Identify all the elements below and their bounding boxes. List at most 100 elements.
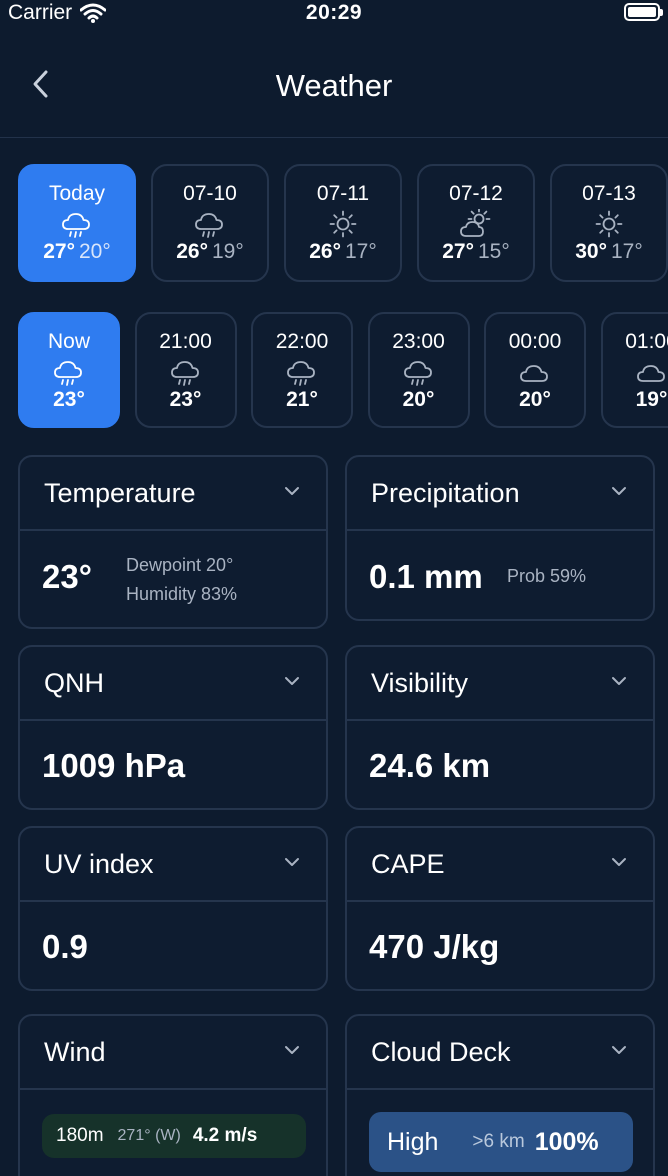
low-temp: 20°: [79, 240, 111, 263]
status-bar: Carrier 20:29: [0, 0, 668, 28]
chevron-down-icon: [285, 487, 299, 495]
hour-temp: 20°: [519, 388, 551, 411]
hour-temp: 23°: [169, 388, 202, 411]
hourly-forecast-strip[interactable]: Now 23° 21:00 23° 22:00 21° 23:00 20° 00:00 20° 01…: [0, 312, 668, 430]
nav-bar: Weather: [0, 44, 668, 138]
temperature-details: Dewpoint 20° Humidity 83%: [126, 551, 237, 609]
rain-cloud-icon: [195, 213, 223, 238]
qnh-card-header[interactable]: QNH: [20, 647, 326, 721]
wind-card-header[interactable]: Wind: [20, 1016, 326, 1090]
day-temps: 26° 17°: [286, 240, 400, 264]
hour-chip-label: 22:00: [275, 330, 329, 353]
wind-height: 180m: [56, 1125, 104, 1146]
day-chip-0[interactable]: Today 27° 20°: [18, 164, 136, 282]
low-temp: 17°: [611, 240, 643, 263]
hour-chip-2[interactable]: 22:00 21°: [251, 312, 353, 428]
wind-card: Wind 180m 271° (W) 4.2 m/s: [18, 1014, 328, 1176]
day-chip-label: 07-12: [449, 182, 503, 205]
day-chip-label: 07-10: [183, 182, 237, 205]
chevron-down-icon: [285, 858, 299, 866]
precipitation-prob: Prob 59%: [507, 566, 587, 586]
card-title: Visibility: [371, 668, 469, 698]
hour-temp: 21°: [286, 388, 318, 411]
chevron-down-icon: [612, 858, 626, 866]
cape-card-header[interactable]: CAPE: [347, 828, 653, 902]
wind-level-row: 180m 271° (W) 4.2 m/s: [42, 1114, 306, 1158]
high-temp: 27°: [43, 240, 75, 263]
cloud-deck-card-header[interactable]: Cloud Deck: [347, 1016, 653, 1090]
uv-index-card: UV index 0.9: [18, 826, 328, 991]
precipitation-value: 0.1 mm: [369, 558, 483, 595]
humidity: Humidity 83%: [126, 584, 238, 604]
hour-chip-label: 01:00: [625, 330, 668, 353]
day-temps: 30° 17°: [552, 240, 666, 264]
daily-forecast-strip[interactable]: Today 27° 20° 07-10 26° 19° 07-11 26° 17° 07-12 27…: [0, 164, 668, 284]
partly-cloudy-icon: [460, 209, 491, 237]
cloud-icon: [636, 365, 665, 382]
day-chip-4[interactable]: 07-13 30° 17°: [550, 164, 668, 282]
card-title: Precipitation: [371, 478, 520, 508]
card-title: Wind: [44, 1037, 106, 1067]
day-temps: 26° 19°: [153, 240, 267, 264]
day-temps: 27° 15°: [419, 240, 533, 264]
cloud-deck-row: High >6 km 100%: [369, 1112, 633, 1172]
hour-chip-1[interactable]: 21:00 23°: [134, 312, 237, 428]
hour-chip-label: Now: [47, 330, 90, 353]
wind-speed: 4.2 m/s: [192, 1125, 258, 1146]
cloud-altitude: >6 km: [472, 1131, 525, 1152]
day-chip-label: Today: [48, 182, 106, 205]
rain-cloud-icon: [170, 361, 199, 386]
high-temp: 26°: [176, 240, 208, 263]
back-button[interactable]: [26, 64, 62, 104]
hour-temp: 20°: [402, 388, 435, 411]
card-title: CAPE: [371, 849, 445, 879]
rain-cloud-icon: [54, 361, 82, 386]
hour-temp: 23°: [53, 388, 85, 411]
hour-chip-label: 23:00: [392, 330, 445, 353]
chevron-down-icon: [285, 677, 299, 685]
cloud-cover: 100%: [534, 1127, 599, 1156]
uv-index-value: 0.9: [42, 928, 88, 965]
day-chip-label: 07-13: [582, 182, 636, 205]
hour-chip-3[interactable]: 23:00 20°: [367, 312, 470, 428]
visibility-card-header[interactable]: Visibility: [347, 647, 653, 721]
card-title: Cloud Deck: [371, 1037, 511, 1067]
cape-value: 470 J/kg: [369, 928, 500, 965]
qnh-card: QNH 1009 hPa: [18, 645, 328, 810]
uv-index-card-header[interactable]: UV index: [20, 828, 326, 902]
chevron-down-icon: [285, 1046, 299, 1054]
dewpoint: Dewpoint 20°: [126, 555, 234, 575]
low-temp: 17°: [345, 240, 377, 263]
rain-cloud-icon: [287, 361, 315, 386]
temperature-card-header[interactable]: Temperature: [20, 457, 326, 531]
temperature-value: 23°: [42, 558, 92, 595]
qnh-value: 1009 hPa: [42, 747, 186, 784]
low-temp: 19°: [212, 240, 244, 263]
chevron-down-icon: [612, 1046, 626, 1054]
day-chip-1[interactable]: 07-10 26° 19°: [151, 164, 269, 282]
rain-cloud-icon: [62, 213, 90, 238]
day-chip-3[interactable]: 07-12 27° 15°: [417, 164, 535, 282]
precipitation-card-header[interactable]: Precipitation: [347, 457, 653, 531]
cloud-level: High: [387, 1127, 439, 1156]
hour-chip-label: 21:00: [159, 330, 212, 353]
cloud-deck-card: Cloud Deck High >6 km 100%: [345, 1014, 655, 1176]
hour-chip-4[interactable]: 00:00 20°: [484, 312, 586, 428]
hour-chip-label: 00:00: [508, 330, 562, 353]
visibility-card: Visibility 24.6 km: [345, 645, 655, 810]
card-title: UV index: [44, 849, 154, 879]
chevron-left-icon: [33, 70, 48, 98]
high-temp: 26°: [309, 240, 341, 263]
chevron-down-icon: [612, 677, 626, 685]
day-temps: 27° 20°: [20, 240, 134, 264]
high-temp: 30°: [575, 240, 607, 263]
battery-icon: [624, 3, 663, 21]
low-temp: 15°: [478, 240, 510, 263]
hour-chip-5[interactable]: 01:00 19°: [600, 312, 668, 428]
day-chip-2[interactable]: 07-11 26° 17°: [284, 164, 402, 282]
hour-chip-0[interactable]: Now 23°: [18, 312, 120, 428]
hour-temp: 19°: [635, 388, 668, 411]
sun-icon: [329, 210, 357, 238]
temperature-card: Temperature 23° Dewpoint 20° Humidity 83…: [18, 455, 328, 629]
card-title: Temperature: [44, 478, 196, 508]
